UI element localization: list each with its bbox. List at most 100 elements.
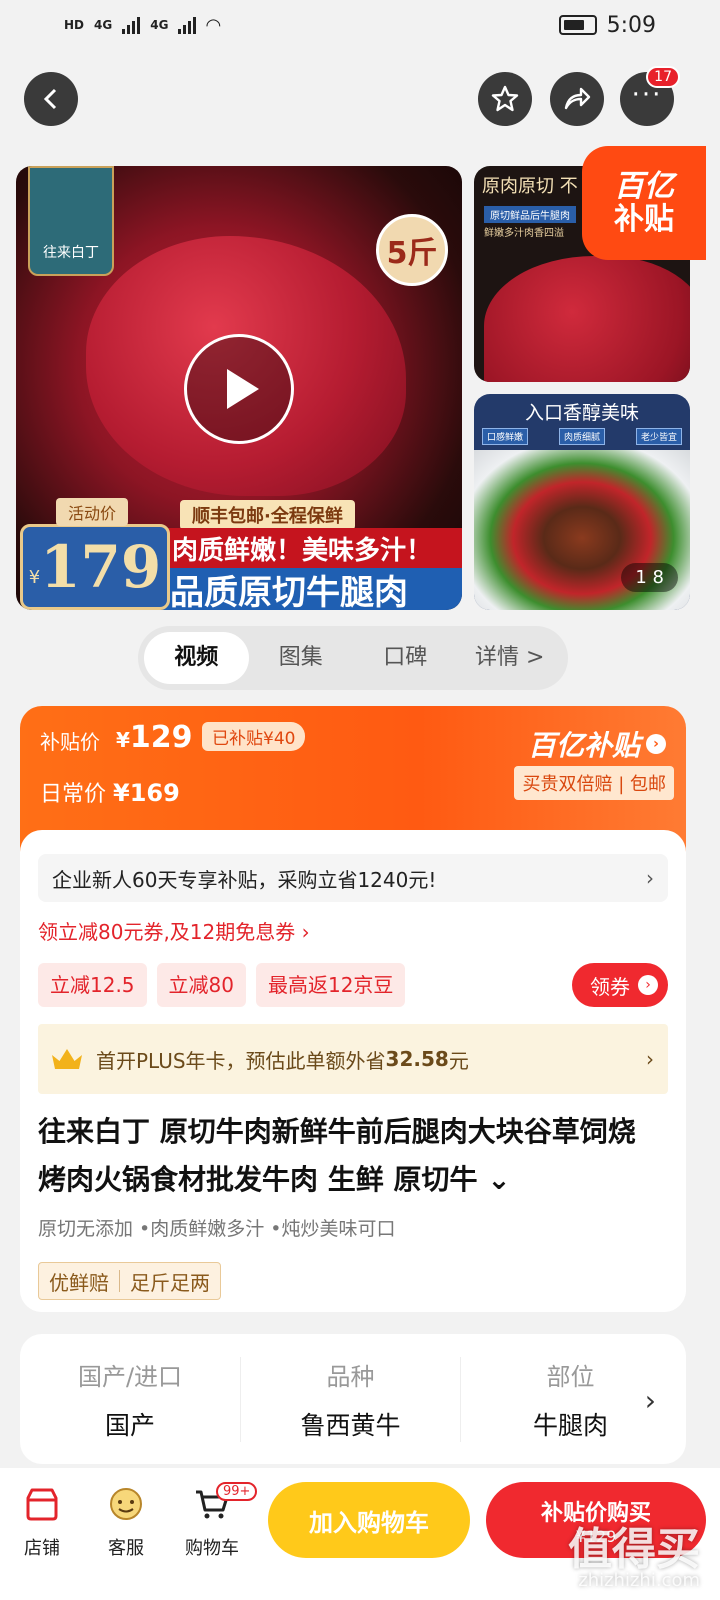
share-button[interactable]: [550, 72, 604, 126]
subsidy-corner-line1: 百亿: [614, 169, 674, 204]
media-tabs: 视频 图集 口碑 详情 >: [138, 626, 568, 690]
subsidy-corner-line2: 补贴: [614, 202, 674, 237]
plus-text: 首开PLUS年卡，预估此单额外省: [96, 1048, 386, 1073]
gallery-thumb-2[interactable]: 入口香醇美味 口感鲜嫩 肉质细腻 老少皆宜 1 8: [474, 394, 690, 610]
service-button[interactable]: 客服: [94, 1482, 158, 1560]
image-counter: 1 8: [621, 563, 678, 592]
service-guarantees[interactable]: 优鲜赔 足斤足两: [38, 1262, 221, 1300]
signal-icon-2: [178, 16, 197, 34]
buy-label: 补贴价购买: [540, 1500, 651, 1526]
shop-icon: [20, 1482, 64, 1526]
crown-icon: [52, 1049, 82, 1069]
tab-details[interactable]: 详情 >: [458, 632, 563, 684]
network-label: 4G: [94, 18, 113, 32]
shop-label: 店铺: [24, 1538, 60, 1559]
thumb-subtitle-2: 鲜嫩多汁肉香四溢: [484, 228, 564, 239]
coupon-link[interactable]: 领立减80元券,及12期免息券 ›: [38, 916, 310, 945]
shipping-banner: 顺丰包邮·全程保鲜: [180, 500, 355, 530]
chevron-right-icon: ›: [646, 734, 666, 754]
back-button[interactable]: [24, 72, 78, 126]
signal-icon: [122, 16, 141, 34]
subsidized-amount-tag: 已补贴¥40: [202, 722, 306, 751]
brand-logo: 往来白丁: [28, 166, 114, 276]
chevron-right-icon: ›: [646, 866, 654, 890]
discount-chip[interactable]: 立减12.5: [38, 963, 147, 1007]
attribute-value: 鲁西黄牛: [300, 1410, 401, 1440]
quality-banner: 肉质鲜嫩！美味多汁！: [162, 528, 462, 568]
weight-badge: 5斤: [376, 214, 448, 286]
promo-price: 179: [40, 533, 162, 601]
guarantee-item: 足斤足两: [130, 1270, 210, 1295]
attribute-origin: 国产/进口 国产: [20, 1357, 240, 1442]
tab-gallery[interactable]: 图集: [249, 632, 354, 684]
subsidy-price: ¥129: [116, 720, 193, 755]
customer-service-icon: [104, 1482, 148, 1526]
main-product-video[interactable]: 往来白丁 5斤 顺丰包邮·全程保鲜 肉质鲜嫩！美味多汁！ 品质原切牛腿肉 ¥ 1…: [16, 166, 462, 610]
discount-chip[interactable]: 最高返12京豆: [255, 963, 406, 1007]
star-icon: [491, 85, 519, 112]
thumb-tag: 口感鲜嫩: [482, 428, 529, 445]
new-user-text: 企业新人60天专享补贴，采购立省1240元!: [52, 867, 437, 892]
plus-amount: 32.58: [385, 1047, 449, 1071]
battery-icon: [558, 15, 597, 35]
service-label: 客服: [108, 1538, 144, 1559]
network-label-2: 4G: [150, 18, 169, 32]
favorite-button[interactable]: [478, 72, 532, 126]
price-card: 补贴价 ¥129 已补贴¥40 日常价 ¥169 百亿补贴 › 买贵双倍赔 | 包…: [20, 706, 686, 1312]
get-coupon-button[interactable]: 领券 ›: [572, 963, 668, 1007]
price-body: 企业新人60天专享补贴，采购立省1240元! › 领立减80元券,及12期免息券…: [20, 830, 686, 1312]
promo-label: 活动价: [56, 498, 129, 526]
status-left: HD 4G 4G ◠: [64, 15, 220, 36]
price-guarantee: 买贵双倍赔 | 包邮: [514, 766, 674, 800]
subsidy-price-label: 补贴价: [40, 730, 100, 754]
notification-badge: 17: [646, 66, 680, 88]
cart-button[interactable]: 购物车 99+: [180, 1482, 258, 1560]
status-right: 5:09: [558, 12, 656, 38]
promo-price-box: ¥ 179: [20, 524, 170, 610]
plus-unit: 元: [448, 1048, 469, 1073]
subsidy-corner-badge: 百亿 补贴: [582, 146, 706, 260]
add-to-cart-button[interactable]: 加入购物车: [268, 1482, 470, 1558]
cart-count-badge: 99+: [216, 1482, 258, 1501]
product-attributes[interactable]: 国产/进口 国产 品种 鲁西黄牛 部位 牛腿肉 ›: [20, 1334, 686, 1464]
cut-banner: 品质原切牛腿肉: [162, 568, 462, 610]
chevron-right-icon: ›: [646, 1047, 654, 1071]
thumb-tag: 老少皆宜: [635, 428, 682, 445]
share-icon: [564, 87, 591, 110]
product-title[interactable]: 往来白丁 原切牛肉新鲜牛前后腿肉大块谷草饲烧烤肉火锅食材批发牛肉 生鲜 原切牛 …: [38, 1108, 656, 1204]
wifi-icon: ◠: [206, 14, 221, 36]
watermark: 值得买 zhizhizhi.com: [568, 1524, 700, 1591]
tab-reviews[interactable]: 口碑: [353, 632, 458, 684]
daily-price: 日常价 ¥169: [40, 779, 180, 807]
discount-chip[interactable]: 立减80: [156, 963, 246, 1007]
beef-image: [484, 256, 690, 382]
thumb-title: 入口香醇美味: [524, 402, 639, 424]
attribute-breed: 品种 鲁西黄牛: [240, 1356, 460, 1442]
chevron-left-icon: [43, 88, 57, 110]
attribute-value: 国产: [104, 1410, 155, 1440]
currency-symbol: ¥: [28, 566, 41, 588]
plus-membership-row[interactable]: 首开PLUS年卡，预估此单额外省 32.58 元 ›: [38, 1024, 668, 1094]
play-icon[interactable]: [184, 334, 294, 444]
discount-chips: 立减12.5 立减80 最高返12京豆 领券 ›: [38, 962, 668, 1008]
tab-video[interactable]: 视频: [144, 632, 249, 684]
subsidy-brand-link[interactable]: 百亿补贴 ›: [528, 724, 666, 764]
attribute-label: 品种: [326, 1362, 375, 1391]
cart-label: 购物车: [185, 1538, 239, 1559]
more-button[interactable]: ··· 17: [620, 66, 680, 126]
chevron-right-icon: ›: [644, 1384, 656, 1417]
chevron-right-icon: ›: [638, 975, 658, 995]
guarantee-item: 优鲜赔: [49, 1270, 109, 1295]
thumb-tag: 肉质细腻: [558, 428, 605, 445]
hd-indicator: HD: [64, 18, 85, 32]
attribute-label: 国产/进口: [77, 1362, 183, 1391]
shop-button[interactable]: 店铺: [10, 1482, 74, 1560]
thumb-subtitle: 原切鲜品后牛腿肉: [484, 206, 576, 223]
status-bar: HD 4G 4G ◠ 5:09: [0, 0, 720, 50]
bottom-action-bar: 店铺 客服 购物车 99+ 加入购物车 补贴价购买 ¥129 值得买 zhizh…: [0, 1468, 720, 1600]
thumb-tags: 口感鲜嫩 肉质细腻 老少皆宜: [482, 428, 682, 445]
product-features: 原切无添加 •肉质鲜嫩多汁 •炖炒美味可口: [38, 1218, 396, 1240]
thumb-title: 原肉原切 不: [482, 176, 578, 197]
new-user-subsidy-row[interactable]: 企业新人60天专享补贴，采购立省1240元! ›: [38, 854, 668, 902]
clock: 5:09: [606, 12, 656, 38]
